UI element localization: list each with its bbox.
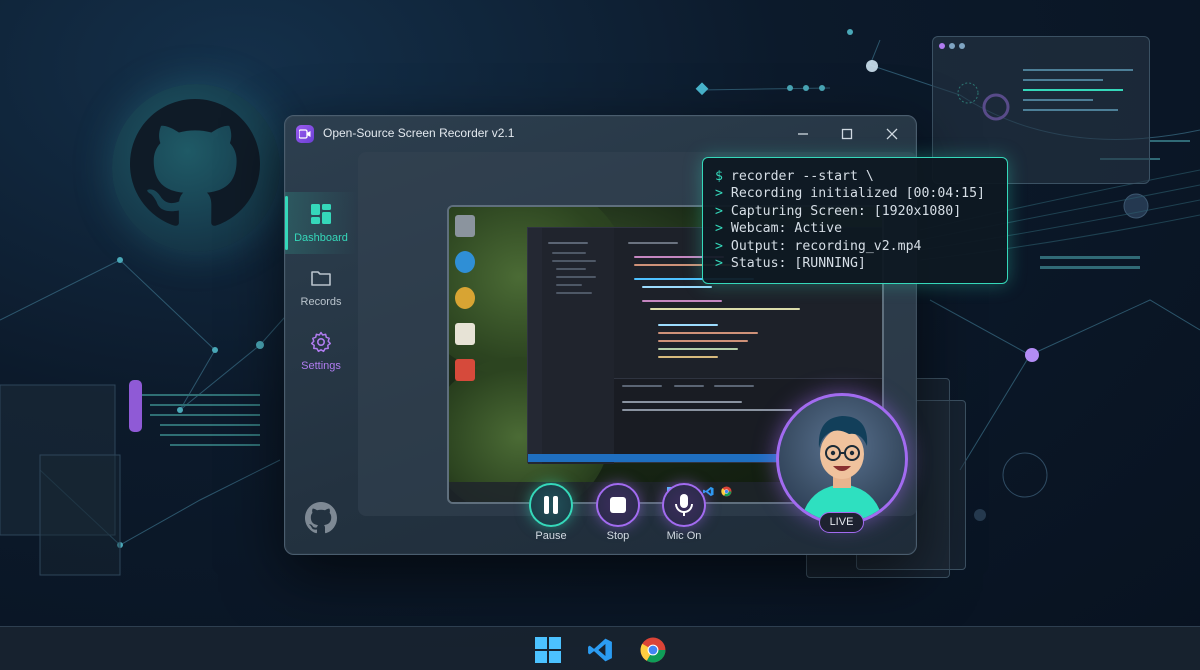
taskbar-chrome[interactable] <box>640 637 666 663</box>
microphone-icon <box>675 494 693 516</box>
minimize-button[interactable] <box>793 124 813 144</box>
avatar <box>801 416 883 522</box>
dashboard-grid-icon <box>311 204 331 224</box>
terminal-line: > Webcam: Active <box>715 221 843 237</box>
stop-button[interactable] <box>596 483 640 527</box>
desktop-icon[interactable] <box>455 251 475 273</box>
gear-icon <box>310 331 332 353</box>
terminal-line: > Recording initialized [00:04:15] <box>715 186 985 202</box>
sidebar-item-label: Dashboard <box>294 232 348 244</box>
stop-label: Stop <box>606 530 630 542</box>
chrome-icon <box>640 637 666 663</box>
desktop-icon[interactable] <box>455 359 475 381</box>
desktop-icon[interactable] <box>455 215 475 237</box>
github-octocat-icon <box>130 99 260 226</box>
webcam-preview[interactable] <box>776 393 908 525</box>
github-mascot-badge <box>112 84 280 252</box>
sidebar-item-label: Records <box>300 296 342 308</box>
sidebar-item-label: Settings <box>301 360 341 372</box>
desktop-icon[interactable] <box>455 323 475 345</box>
terminal-log: $ recorder --start \ > Recording initial… <box>702 157 1008 284</box>
title-bar: Open-Source Screen Recorder v2.1 <box>285 116 918 152</box>
terminal-line: > Status: [RUNNING] <box>715 256 866 272</box>
microphone-toggle-button[interactable] <box>662 483 706 527</box>
vscode-icon <box>588 638 612 662</box>
terminal-line: $ recorder --start \ <box>715 169 874 184</box>
sidebar-item-settings[interactable]: Settings <box>285 320 357 382</box>
sidebar: Dashboard Records Settings <box>285 152 357 555</box>
sidebar-item-records[interactable]: Records <box>285 256 357 318</box>
pause-button[interactable] <box>529 483 573 527</box>
os-taskbar <box>0 626 1200 670</box>
pause-label: Pause <box>535 530 567 542</box>
github-icon <box>305 502 337 534</box>
stop-icon <box>610 497 626 513</box>
window-title: Open-Source Screen Recorder v2.1 <box>323 126 515 140</box>
mic-label: Mic On <box>666 530 702 542</box>
maximize-button[interactable] <box>837 124 857 144</box>
windows-start-icon <box>535 637 561 663</box>
windows-start-button[interactable] <box>535 637 561 663</box>
desktop-icon[interactable] <box>455 287 475 309</box>
github-link-button[interactable] <box>305 502 337 534</box>
sidebar-item-dashboard[interactable]: Dashboard <box>285 192 357 254</box>
taskbar-vscode[interactable] <box>587 637 613 663</box>
terminal-line: > Capturing Screen: [1920x1080] <box>715 203 962 219</box>
app-logo-icon <box>296 125 314 143</box>
live-badge: LIVE <box>819 512 864 533</box>
folder-icon <box>311 271 331 286</box>
close-button[interactable] <box>882 124 902 144</box>
terminal-line: > Output: recording_v2.mp4 <box>715 238 922 254</box>
pause-icon <box>544 496 558 514</box>
